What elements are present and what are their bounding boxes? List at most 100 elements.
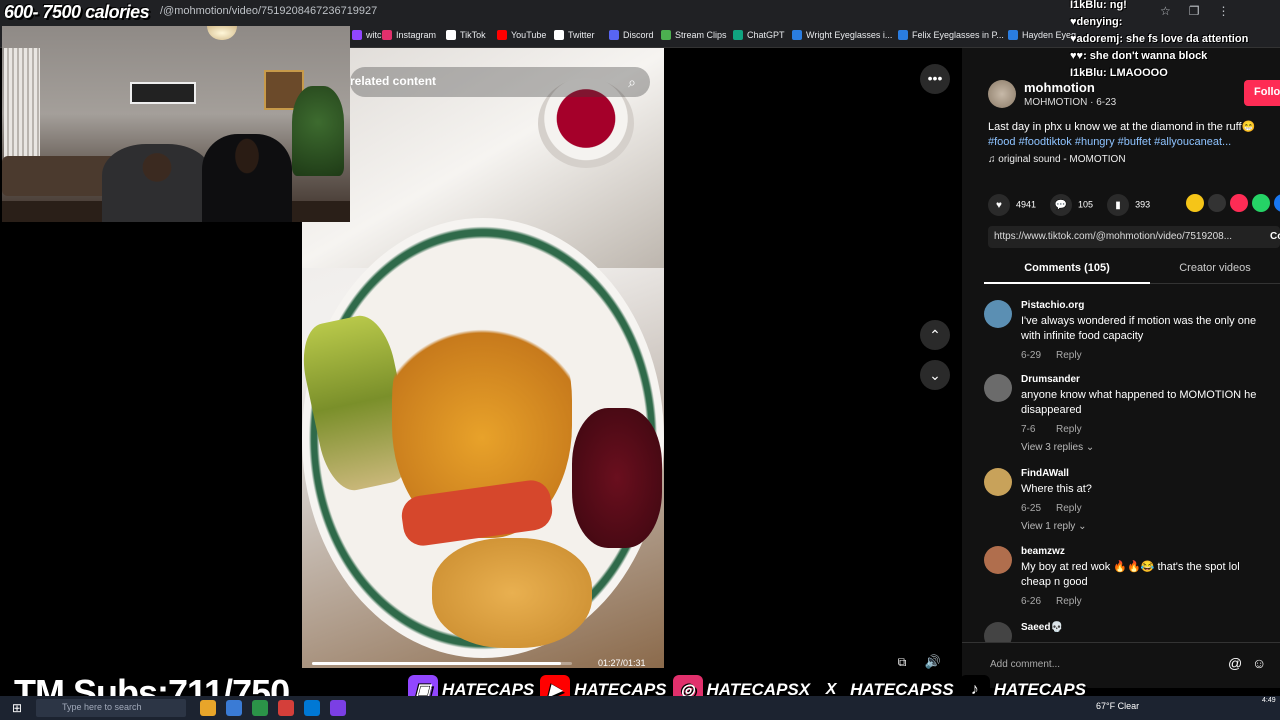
chat-message: ♥adoremj: she fs love da attention xyxy=(1070,33,1249,45)
video-link[interactable]: https://www.tiktok.com/@mohmotion/video/… xyxy=(994,231,1244,242)
pip-icon[interactable]: ⧉ xyxy=(894,655,910,671)
comment-avatar[interactable] xyxy=(984,468,1012,496)
share-send-icon[interactable] xyxy=(1230,194,1248,212)
heart-icon: ♥ xyxy=(988,194,1010,216)
search-icon[interactable]: ⌕ xyxy=(620,70,644,94)
app-icon[interactable] xyxy=(200,700,216,716)
bookmark-icon xyxy=(1008,30,1018,40)
mention-icon[interactable]: @ xyxy=(1228,655,1242,671)
copy-link-button[interactable]: Copy xyxy=(1270,231,1280,242)
comment-avatar[interactable] xyxy=(984,300,1012,328)
comment-username[interactable]: FindAWall xyxy=(1021,468,1069,479)
window-blinds xyxy=(4,48,40,168)
caption-tags[interactable]: #food #foodtiktok #hungry #buffet #allyo… xyxy=(988,136,1231,148)
comment-username[interactable]: Drumsander xyxy=(1021,374,1080,385)
comment-avatar[interactable] xyxy=(984,546,1012,574)
comment-text: Where this at? xyxy=(1021,483,1092,495)
whatsapp-icon[interactable] xyxy=(1252,194,1270,212)
video-link-box[interactable]: https://www.tiktok.com/@mohmotion/video/… xyxy=(988,226,1280,248)
author-subtitle: MOHMOTION · 6-23 xyxy=(1024,97,1117,108)
follow-button[interactable]: Follow xyxy=(1244,80,1280,106)
system-tray: 67°F Clear xyxy=(1096,701,1139,711)
video-player[interactable] xyxy=(302,48,664,668)
video-progress-fill xyxy=(312,662,561,665)
app-icon[interactable] xyxy=(304,700,320,716)
bookmark-item[interactable]: TikTok xyxy=(446,30,486,40)
reply-button[interactable]: Reply xyxy=(1056,503,1082,514)
next-video-button[interactable]: ⌄ xyxy=(920,360,950,390)
comment-username[interactable]: Pistachio.org xyxy=(1021,300,1084,311)
chat-message: ♥denying: xyxy=(1070,16,1123,28)
stream-title: 600- 7500 calories xyxy=(4,2,150,22)
save-stat[interactable]: ▮ 393 xyxy=(1107,194,1150,216)
reply-button[interactable]: Reply xyxy=(1056,596,1082,607)
reply-button[interactable]: Reply xyxy=(1056,350,1082,361)
app-icon[interactable] xyxy=(252,700,268,716)
bookmark-icon xyxy=(898,30,908,40)
reply-button[interactable]: Reply xyxy=(1056,424,1082,435)
embed-icon[interactable] xyxy=(1208,194,1226,212)
bookmark-icon xyxy=(792,30,802,40)
previous-video-button[interactable]: ⌃ xyxy=(920,320,950,350)
bookmark-icon xyxy=(497,30,507,40)
food-image xyxy=(432,538,592,648)
add-comment-input[interactable]: Add comment... xyxy=(990,659,1060,670)
chat-message: ♥♥: she don't wanna block xyxy=(1070,50,1208,62)
bookmark-item[interactable]: Twitter xyxy=(554,30,595,40)
food-image xyxy=(572,408,662,548)
sound-link[interactable]: ♫ original sound - MOMOTION xyxy=(988,154,1126,165)
video-progress-bar[interactable] xyxy=(312,662,572,665)
view-replies-button[interactable]: View 1 reply ⌄ xyxy=(1021,521,1086,532)
comment-username[interactable]: beamzwz xyxy=(1021,546,1065,557)
comment-text: My boy at red wok 🔥🔥😂 that's the spot lo… xyxy=(1021,561,1240,588)
facebook-icon[interactable] xyxy=(1274,194,1280,212)
bookmark-item[interactable]: Wright Eyeglasses i... xyxy=(792,30,892,40)
clock[interactable]: 4:49 xyxy=(1262,696,1276,705)
weather-text[interactable]: 67°F Clear xyxy=(1096,701,1139,711)
bookmark-item[interactable]: Stream Clips xyxy=(661,30,727,40)
windows-start-icon[interactable]: ⊞ xyxy=(12,701,26,715)
bookmark-icon xyxy=(661,30,671,40)
taskbar-search[interactable]: Type here to search xyxy=(36,699,186,717)
comment-avatar[interactable] xyxy=(984,374,1012,402)
related-content-search[interactable]: related content ⌕ xyxy=(350,67,650,97)
comment-icon: 💬 xyxy=(1050,194,1073,216)
bookmark-label: Instagram xyxy=(396,30,437,40)
author-avatar[interactable] xyxy=(988,80,1016,108)
bookmark-icon xyxy=(352,30,362,40)
view-replies-button[interactable]: View 3 replies ⌄ xyxy=(1021,442,1094,453)
app-icon[interactable] xyxy=(278,700,294,716)
wall-picture xyxy=(130,82,196,104)
video-time: 01:27/01:31 xyxy=(598,658,646,668)
volume-icon[interactable]: 🔊 xyxy=(924,654,942,672)
comment-date: 6-25 xyxy=(1021,503,1042,514)
url-text[interactable]: /@mohmotion/video/7519208467236719927 xyxy=(160,5,377,17)
app-icon[interactable] xyxy=(226,700,242,716)
more-options-button[interactable]: ••• xyxy=(920,64,950,94)
like-stat[interactable]: ♥ 4941 xyxy=(988,194,1036,216)
comment-stat[interactable]: 💬 105 xyxy=(1050,194,1093,216)
comment-date: 7-6 xyxy=(1021,424,1036,435)
share-friends-icon[interactable] xyxy=(1186,194,1204,212)
tab-comments[interactable]: Comments (105) xyxy=(984,256,1150,284)
bookmark-icon xyxy=(609,30,619,40)
post-caption: Last day in phx u know we at the diamond… xyxy=(988,120,1278,150)
windows-taskbar: ⊞ Type here to search 67°F Clear 4:49 xyxy=(0,696,1280,720)
bookmark-label: Felix Eyeglasses in P... xyxy=(912,30,1004,40)
plant xyxy=(292,86,344,176)
tab-creator-videos[interactable]: Creator videos xyxy=(1150,256,1280,284)
bookmark-item[interactable]: Felix Eyeglasses in P... xyxy=(898,30,1004,40)
bookmark-icon xyxy=(733,30,743,40)
bookmark-item[interactable]: YouTube xyxy=(497,30,546,40)
author-name[interactable]: mohmotion xyxy=(1024,80,1095,95)
comment-text: anyone know what happened to MOMOTION he… xyxy=(1021,389,1257,416)
app-icon[interactable] xyxy=(330,700,346,716)
bookmark-label: ChatGPT xyxy=(747,30,785,40)
screen: /@mohmotion/video/7519208467236719927 wi… xyxy=(0,0,1280,720)
comment-username[interactable]: Saeed💀 xyxy=(1021,622,1063,633)
bookmark-icon: ▮ xyxy=(1107,194,1130,216)
bookmark-item[interactable]: Instagram xyxy=(382,30,436,40)
bookmark-item[interactable]: Discord xyxy=(609,30,654,40)
emoji-icon[interactable]: ☺ xyxy=(1252,655,1266,671)
bookmark-item[interactable]: ChatGPT xyxy=(733,30,785,40)
